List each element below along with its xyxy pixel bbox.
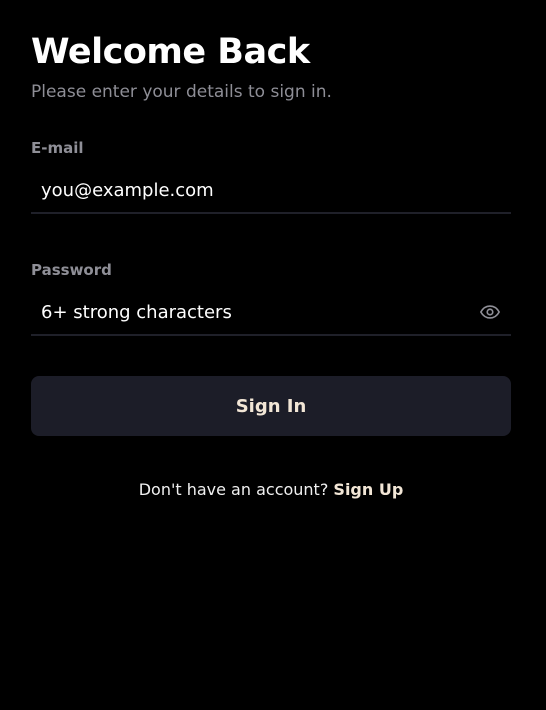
password-label: Password <box>31 261 112 279</box>
sign-in-form: E-mail Password Sign In <box>31 138 511 436</box>
password-field[interactable] <box>31 292 478 332</box>
sign-up-link[interactable]: Sign Up <box>333 480 403 499</box>
sign-in-panel: Welcome Back Please enter your details t… <box>31 30 511 500</box>
sign-up-prompt-text: Don't have an account? <box>138 480 329 499</box>
email-label: E-mail <box>31 139 84 157</box>
sign-up-prompt: Don't have an account? Sign Up <box>31 480 511 500</box>
page-title: Welcome Back <box>31 32 310 72</box>
eye-icon[interactable] <box>478 300 502 324</box>
sign-in-button[interactable]: Sign In <box>31 376 511 436</box>
email-field[interactable] <box>31 170 511 210</box>
password-field-row <box>31 290 511 336</box>
page-subtitle: Please enter your details to sign in. <box>31 82 332 102</box>
email-field-row <box>31 168 511 214</box>
